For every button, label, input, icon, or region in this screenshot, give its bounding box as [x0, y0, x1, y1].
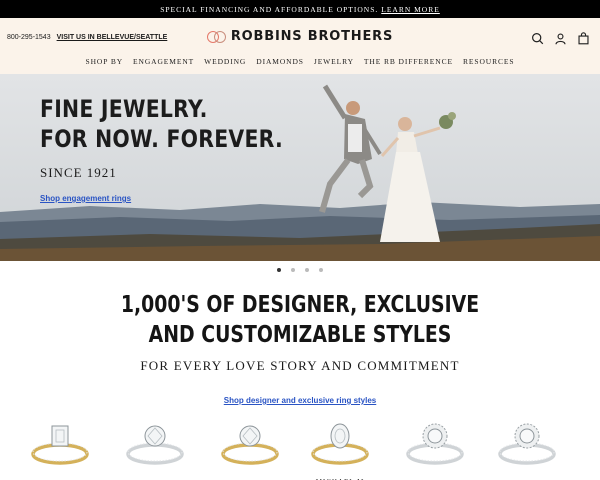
nav-item-diamonds[interactable]: DIAMONDS: [256, 57, 304, 66]
shop-engagement-link[interactable]: Shop engagement rings: [40, 194, 131, 203]
hero-title-line2: FOR NOW. FOREVER.: [40, 125, 284, 153]
promo-bar: SPECIAL FINANCING AND AFFORDABLE OPTIONS…: [0, 0, 600, 18]
ring-product[interactable]: [120, 418, 190, 480]
ring-product[interactable]: [492, 418, 562, 480]
nav-item-wedding[interactable]: WEDDING: [204, 57, 246, 66]
main-nav: SHOP BY ENGAGEMENT WEDDING DIAMONDS JEWELRY T…: [0, 57, 600, 66]
hero-subtitle: SINCE 1921: [40, 165, 117, 180]
rings-logo-icon: [206, 30, 227, 44]
shop-designer-styles-link[interactable]: Shop designer and exclusive ring styles: [224, 396, 377, 405]
hero-banner: FINE JEWELRY. FOR NOW. FOREVER. SINCE 19…: [0, 74, 600, 261]
bag-icon[interactable]: [577, 32, 590, 45]
nav-item-shop-by[interactable]: SHOP BY: [86, 57, 124, 66]
section-title-line2: AND CUSTOMIZABLE STYLES: [148, 322, 452, 348]
section-subtitle: FOR EVERY LOVE STORY AND COMMITMENT: [140, 358, 460, 373]
carousel-dot[interactable]: [277, 268, 281, 272]
site-logo[interactable]: ROBBINS BROTHERS: [0, 29, 600, 44]
carousel-dot[interactable]: [319, 268, 323, 272]
learn-more-link[interactable]: LEARN MORE: [381, 5, 440, 14]
section-title-line1: 1,000'S OF DESIGNER, EXCLUSIVE: [120, 292, 480, 318]
logo-text: ROBBINS BROTHERS: [230, 29, 394, 44]
header-icons: [531, 32, 590, 45]
carousel-dots: [0, 268, 600, 272]
nav-item-resources[interactable]: RESOURCES: [463, 57, 514, 66]
carousel-dot[interactable]: [305, 268, 309, 272]
ring-product[interactable]: MICHAEL M: [305, 418, 375, 480]
nav-item-jewelry[interactable]: JEWELRY: [314, 57, 354, 66]
account-icon[interactable]: [554, 32, 567, 45]
nav-item-the-rb-difference[interactable]: THE RB DIFFERENCE: [364, 57, 453, 66]
ring-product[interactable]: [25, 418, 95, 480]
section-title: 1,000'S OF DESIGNER, EXCLUSIVE AND CUSTO…: [54, 290, 546, 350]
ring-product[interactable]: [215, 418, 285, 480]
carousel-dot[interactable]: [291, 268, 295, 272]
promo-text: SPECIAL FINANCING AND AFFORDABLE OPTIONS…: [160, 4, 379, 14]
nav-item-engagement[interactable]: ENGAGEMENT: [133, 57, 194, 66]
hero-copy: FINE JEWELRY. FOR NOW. FOREVER. SINCE 19…: [40, 94, 326, 206]
hero-title-line1: FINE JEWELRY.: [40, 95, 208, 123]
ring-product[interactable]: [400, 418, 470, 480]
search-icon[interactable]: [531, 32, 544, 45]
site-header: 800-295-1543 VISIT US IN BELLEVUE/SEATTL…: [0, 18, 600, 74]
ring-carousel: MICHAEL M: [0, 418, 600, 480]
